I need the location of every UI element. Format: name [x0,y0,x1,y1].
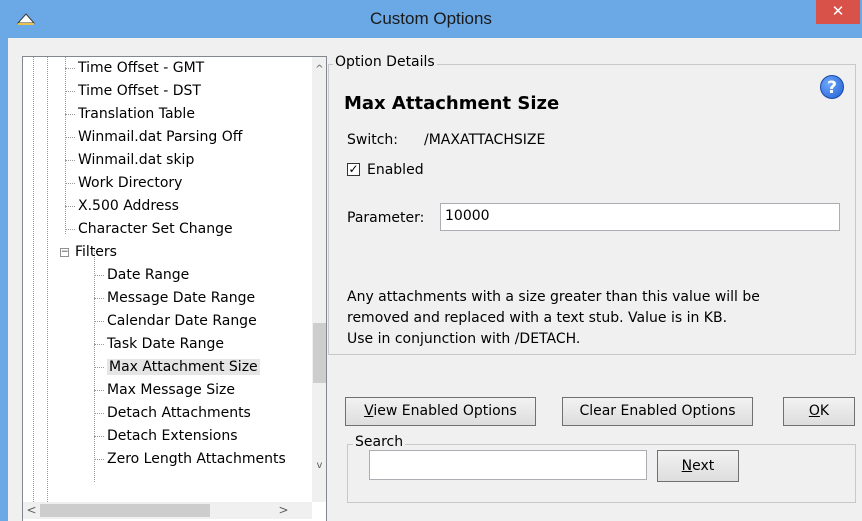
close-icon: ✕ [831,2,845,20]
tree-item-detach-extensions[interactable]: Detach Extensions [94,425,238,447]
tree-horizontal-scrollbar[interactable]: < > [23,502,312,519]
tree-item-detach-attachments[interactable]: Detach Attachments [94,402,251,424]
tree-vertical-scrollbar[interactable]: ^ v [312,57,326,502]
option-description: Any attachments with a size greater than… [347,287,827,350]
tree-item-label: Translation Table [78,106,195,122]
tree-item-winmail-parsing-off[interactable]: Winmail.dat Parsing Off [65,126,242,148]
option-title: Max Attachment Size [344,93,560,114]
tree-item-label: Message Date Range [107,290,256,306]
tree-item-filters[interactable]: − Filters [53,241,117,263]
tree-item-max-attachment-size[interactable]: Max Attachment Size [94,356,260,378]
tree-item-max-message-size[interactable]: Max Message Size [94,379,235,401]
next-button[interactable]: Next [657,450,739,482]
tree-item-character-set-change[interactable]: Character Set Change [65,218,233,240]
parameter-label: Parameter: [347,210,425,226]
close-button[interactable]: ✕ [816,0,860,24]
tree-item-translation-table[interactable]: Translation Table [65,103,195,125]
tree-guide-line [47,57,48,502]
ok-button[interactable]: OK [783,397,855,426]
tree-item-winmail-skip[interactable]: Winmail.dat skip [65,149,194,171]
tree-item-label: Max Attachment Size [107,359,260,375]
tree-item-time-offset-gmt[interactable]: Time Offset - GMT [65,57,204,79]
tree-item-label: Zero Length Attachments [107,451,286,467]
tree-item-label: Work Directory [78,175,183,191]
scroll-left-icon[interactable]: < [23,502,40,519]
tree-item-time-offset-dst[interactable]: Time Offset - DST [65,80,201,102]
description-line: Use in conjunction with /DETACH. [347,331,581,347]
tree-item-label: Detach Extensions [107,428,238,444]
tree-item-label: X.500 Address [78,198,179,214]
scroll-down-icon[interactable]: v [312,457,326,474]
tree-item-label: Winmail.dat Parsing Off [78,129,243,145]
collapse-icon[interactable]: − [60,248,69,257]
tree-item-label: Task Date Range [107,336,224,352]
custom-options-window: Custom Options ✕ Time Offset - GMT Time … [0,0,862,521]
tree-item-calendar-date-range[interactable]: Calendar Date Range [94,310,257,332]
clear-enabled-options-button[interactable]: Clear Enabled Options [562,397,753,426]
tree-item-label: Calendar Date Range [107,313,257,329]
view-enabled-options-button[interactable]: View Enabled Options [345,397,536,426]
option-details-label: Option Details [333,54,437,70]
help-icon[interactable]: ? [820,75,844,99]
dialog-client-area: Time Offset - GMT Time Offset - DST Tran… [8,38,862,521]
description-line: removed and replaced with a text stub. V… [347,310,728,326]
options-tree[interactable]: Time Offset - GMT Time Offset - DST Tran… [22,56,327,521]
search-input[interactable] [369,450,647,480]
tree-item-label: Character Set Change [78,221,233,237]
tree-item-label: Date Range [107,267,190,283]
switch-value: /MAXATTACHSIZE [424,132,546,148]
switch-label: Switch: [347,132,399,148]
tree-item-label: Max Message Size [107,382,235,398]
description-line: Any attachments with a size greater than… [347,289,760,305]
tree-content: Time Offset - GMT Time Offset - DST Tran… [23,57,313,502]
scroll-thumb[interactable] [313,323,326,383]
scroll-right-icon[interactable]: > [275,502,292,519]
tree-guide-line [33,57,34,502]
tree-item-date-range[interactable]: Date Range [94,264,189,286]
tree-item-label: Time Offset - GMT [78,60,205,76]
tree-item-zero-length-attachments[interactable]: Zero Length Attachments [94,448,286,470]
tree-item-task-date-range[interactable]: Task Date Range [94,333,224,355]
enabled-label[interactable]: Enabled [367,162,424,178]
tree-item-label: Detach Attachments [107,405,251,421]
tree-item-x500-address[interactable]: X.500 Address [65,195,179,217]
tree-item-work-directory[interactable]: Work Directory [65,172,182,194]
tree-item-message-date-range[interactable]: Message Date Range [94,287,255,309]
scroll-thumb[interactable] [40,504,210,517]
tree-item-label: Time Offset - DST [78,83,201,99]
tree-item-label: Winmail.dat skip [78,152,195,168]
parameter-input[interactable]: 10000 [440,203,840,231]
title-bar[interactable]: Custom Options ✕ [0,0,862,38]
search-label: Search [353,434,406,450]
enabled-checkbox[interactable]: ✓ [347,163,360,176]
window-title: Custom Options [370,9,492,28]
scroll-up-icon[interactable]: ^ [312,61,326,78]
